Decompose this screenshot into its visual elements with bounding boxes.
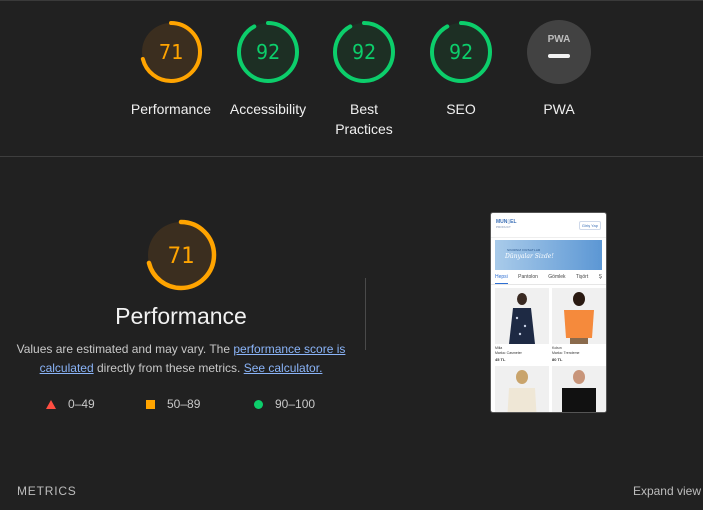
thumb-banner-big: Dünyalar Sizde! (505, 253, 554, 260)
legend-range-pass: 90–100 (275, 397, 316, 411)
gauge-best-practices[interactable]: 92 Best Practices (314, 19, 414, 139)
legend-pass: 90–100 (254, 397, 315, 411)
legend-average: 50–89 (146, 397, 200, 411)
metrics-heading: METRICS (17, 484, 77, 498)
performance-description: Values are estimated and may vary. The p… (16, 340, 346, 378)
gauge-label-pwa: PWA (543, 101, 575, 117)
thumb-tabs: Hepsi Pantolon Gömlek Tişört Ş (491, 272, 606, 285)
thumb-product (495, 365, 549, 412)
thumb-banner-small: SINIRSIZ FIRSATLAR (507, 248, 541, 252)
thumb-tab: Pantolon (518, 274, 538, 280)
legend-fail: 0–49 (46, 397, 95, 411)
gauge-score: 71 (168, 244, 195, 269)
gauge-ring-accessibility: 92 (237, 21, 299, 83)
gauge-score: 92 (449, 40, 473, 64)
expand-view-link[interactable]: Expand view (633, 484, 701, 498)
thumb-product: Kolsın Marka: Trendeme 80 TL (552, 288, 606, 363)
thumb-tab: Hepsi (495, 274, 508, 284)
gauge-accessibility[interactable]: 92 Accessibility (218, 19, 318, 119)
performance-title: Performance (115, 303, 247, 329)
see-calculator-link[interactable]: See calculator. (244, 361, 323, 375)
gauge-ring-seo: 92 (430, 21, 492, 83)
thumb-login-button: Giriş Yap (578, 220, 601, 230)
pwa-badge-icon: PWA (527, 20, 591, 84)
product-image (552, 365, 606, 412)
section-divider (0, 156, 703, 157)
thumb-tab: Ş (598, 274, 602, 280)
gauge-score: 92 (256, 40, 280, 64)
vertical-divider (365, 278, 366, 350)
gauge-label-seo: SEO (446, 101, 476, 117)
gauge-ring-performance: 71 (140, 21, 202, 83)
thumb-tab: Gömlek (548, 274, 566, 280)
thumb-product: Milia Marka: Casmeter 45 TL (495, 288, 549, 363)
thumb-product (552, 365, 606, 412)
product-image (495, 365, 549, 412)
gauge-ring-best-practices: 92 (333, 21, 395, 83)
product-image (552, 288, 606, 344)
gauge-score: 92 (352, 40, 376, 64)
gauge-score: 71 (159, 40, 183, 64)
circle-icon (254, 399, 263, 409)
thumb-header: MUN▯EL PRODUCT Giriş Yap (491, 213, 606, 238)
pwa-badge-text: PWA (548, 34, 571, 45)
gauge-label-accessibility: Accessibility (229, 101, 307, 117)
gauge-label-performance: Performance (130, 101, 212, 117)
page-screenshot-thumbnail[interactable]: MUN▯EL PRODUCT Giriş Yap SINIRSIZ FIRSAT… (490, 212, 607, 413)
gauge-label-best-practices: Best Practices (335, 101, 393, 137)
square-icon (146, 399, 155, 409)
gauge-performance[interactable]: 71 Performance (121, 19, 221, 119)
desc-text-2: directly from these metrics. (93, 361, 244, 375)
product-image (495, 288, 549, 344)
thumb-tab: Tişört (575, 274, 589, 280)
performance-gauge-large: 71 (145, 219, 217, 291)
score-gauges: 71 Performance 92 Accessibility 92 Best … (0, 0, 703, 155)
legend-range-average: 50–89 (167, 397, 201, 411)
gauge-seo[interactable]: 92 SEO (411, 19, 511, 119)
triangle-icon (46, 399, 56, 409)
desc-text-1: Values are estimated and may vary. The (16, 342, 234, 356)
thumb-banner: SINIRSIZ FIRSATLAR Dünyalar Sizde! (495, 240, 602, 270)
thumb-product-grid: Milia Marka: Casmeter 45 TL Kolsın Marka… (491, 285, 606, 412)
legend-range-fail: 0–49 (68, 397, 95, 411)
gauge-pwa[interactable]: PWA PWA (509, 19, 609, 119)
thumb-logo: MUN▯EL PRODUCT (496, 219, 517, 230)
